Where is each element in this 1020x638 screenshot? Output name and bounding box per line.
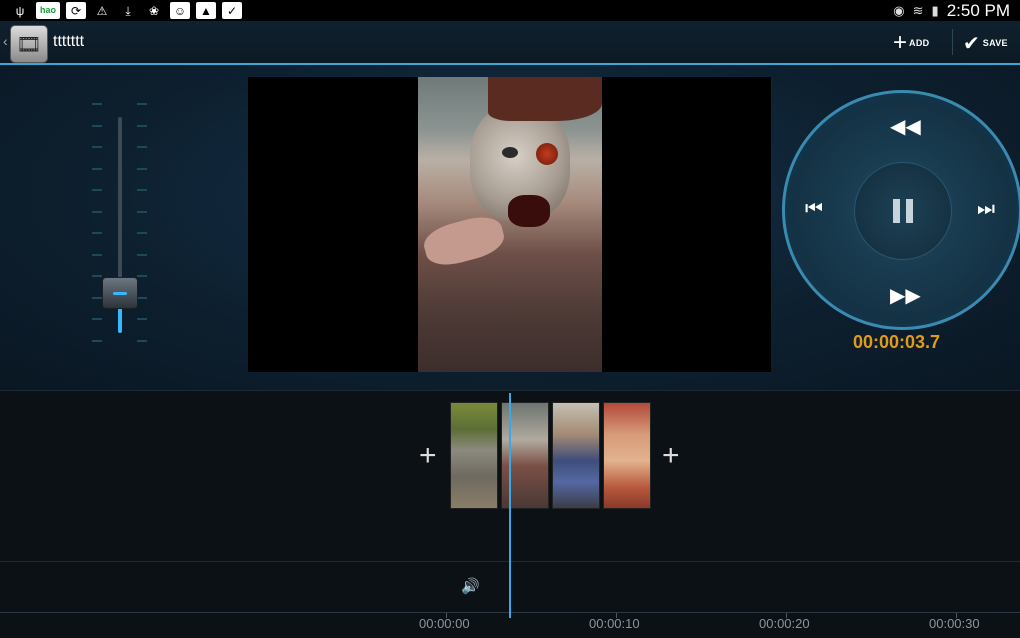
hao123-icon: hao	[36, 2, 60, 19]
sync-icon: ⟳	[66, 2, 86, 19]
video-preview[interactable]	[248, 77, 771, 372]
back-chevron-icon[interactable]: ‹	[3, 33, 8, 49]
volume-slider-fill	[118, 308, 122, 333]
slider-ticks-right	[137, 103, 147, 361]
ruler-label-30: 00:00:30	[929, 616, 980, 631]
usb-icon: ψ	[15, 3, 25, 18]
playback-timecode: 00:00:03.7	[853, 332, 941, 352]
system-icons: ◉ ≋ ▮ 2:50 PM	[893, 1, 1020, 21]
fast-forward-icon[interactable]: ▶▶	[890, 286, 921, 306]
ruler-label-0: 00:00:00	[419, 616, 470, 631]
project-title: ttttttt	[53, 33, 85, 50]
app-notification-icon-2: ☺	[170, 2, 190, 19]
battery-icon: ▮	[931, 2, 939, 18]
image-icon: ▲	[196, 2, 216, 19]
wifi-icon: ≋	[912, 2, 924, 18]
action-bar: ‹ 🎞 ttttttt + ADD ✔ SAVE	[0, 21, 1020, 65]
app-notification-icon: ❀	[148, 3, 160, 18]
slider-ticks-left	[92, 103, 102, 361]
playback-control-wheel: ◀◀ ⏮ ⏭ ▶▶	[782, 90, 1020, 330]
pause-icon	[893, 199, 913, 223]
save-button-label: SAVE	[982, 38, 1008, 48]
preview-frame-image	[418, 77, 602, 372]
add-button-label: ADD	[909, 38, 930, 48]
ruler-label-10: 00:00:10	[589, 616, 640, 631]
add-clip-after-icon[interactable]: +	[662, 441, 680, 471]
volume-slider-thumb[interactable]	[102, 277, 138, 309]
add-button[interactable]: + ADD	[893, 27, 945, 59]
plus-icon: +	[893, 29, 908, 56]
eye-icon: ◉	[893, 2, 905, 18]
video-editor-app-icon[interactable]: 🎞	[10, 25, 48, 63]
warning-icon: ⚠	[96, 3, 108, 18]
timeline-clip-4[interactable]	[603, 402, 651, 509]
ruler-label-20: 00:00:20	[759, 616, 810, 631]
timeline-clip-1[interactable]	[450, 402, 498, 509]
rewind-icon[interactable]: ◀◀	[890, 117, 921, 137]
notification-icons: ψ hao ⟳ ⚠ ⤓ ❀ ☺ ▲ ✓	[0, 2, 242, 19]
check-icon: ✔	[963, 32, 980, 55]
timeline-clip-3[interactable]	[552, 402, 600, 509]
skip-next-icon[interactable]: ⏭	[977, 199, 995, 219]
skip-previous-icon[interactable]: ⏮	[805, 199, 823, 219]
action-divider	[952, 29, 953, 55]
editor-top-area: ◀◀ ⏮ ⏭ ▶▶ 00:00:03.7	[0, 65, 1020, 390]
status-bar: ψ hao ⟳ ⚠ ⤓ ❀ ☺ ▲ ✓ ◉ ≋ ▮ 2:50 PM	[0, 0, 1020, 21]
download-icon: ⤓	[125, 3, 131, 18]
shopping-bag-icon: ✓	[222, 2, 242, 19]
add-clip-before-icon[interactable]: +	[419, 441, 437, 471]
save-button[interactable]: ✔ SAVE	[963, 27, 1015, 59]
add-audio-icon[interactable]: 🔊	[461, 577, 480, 595]
pause-button[interactable]	[854, 162, 952, 260]
clock: 2:50 PM	[946, 0, 1010, 20]
playhead[interactable]	[509, 393, 511, 618]
